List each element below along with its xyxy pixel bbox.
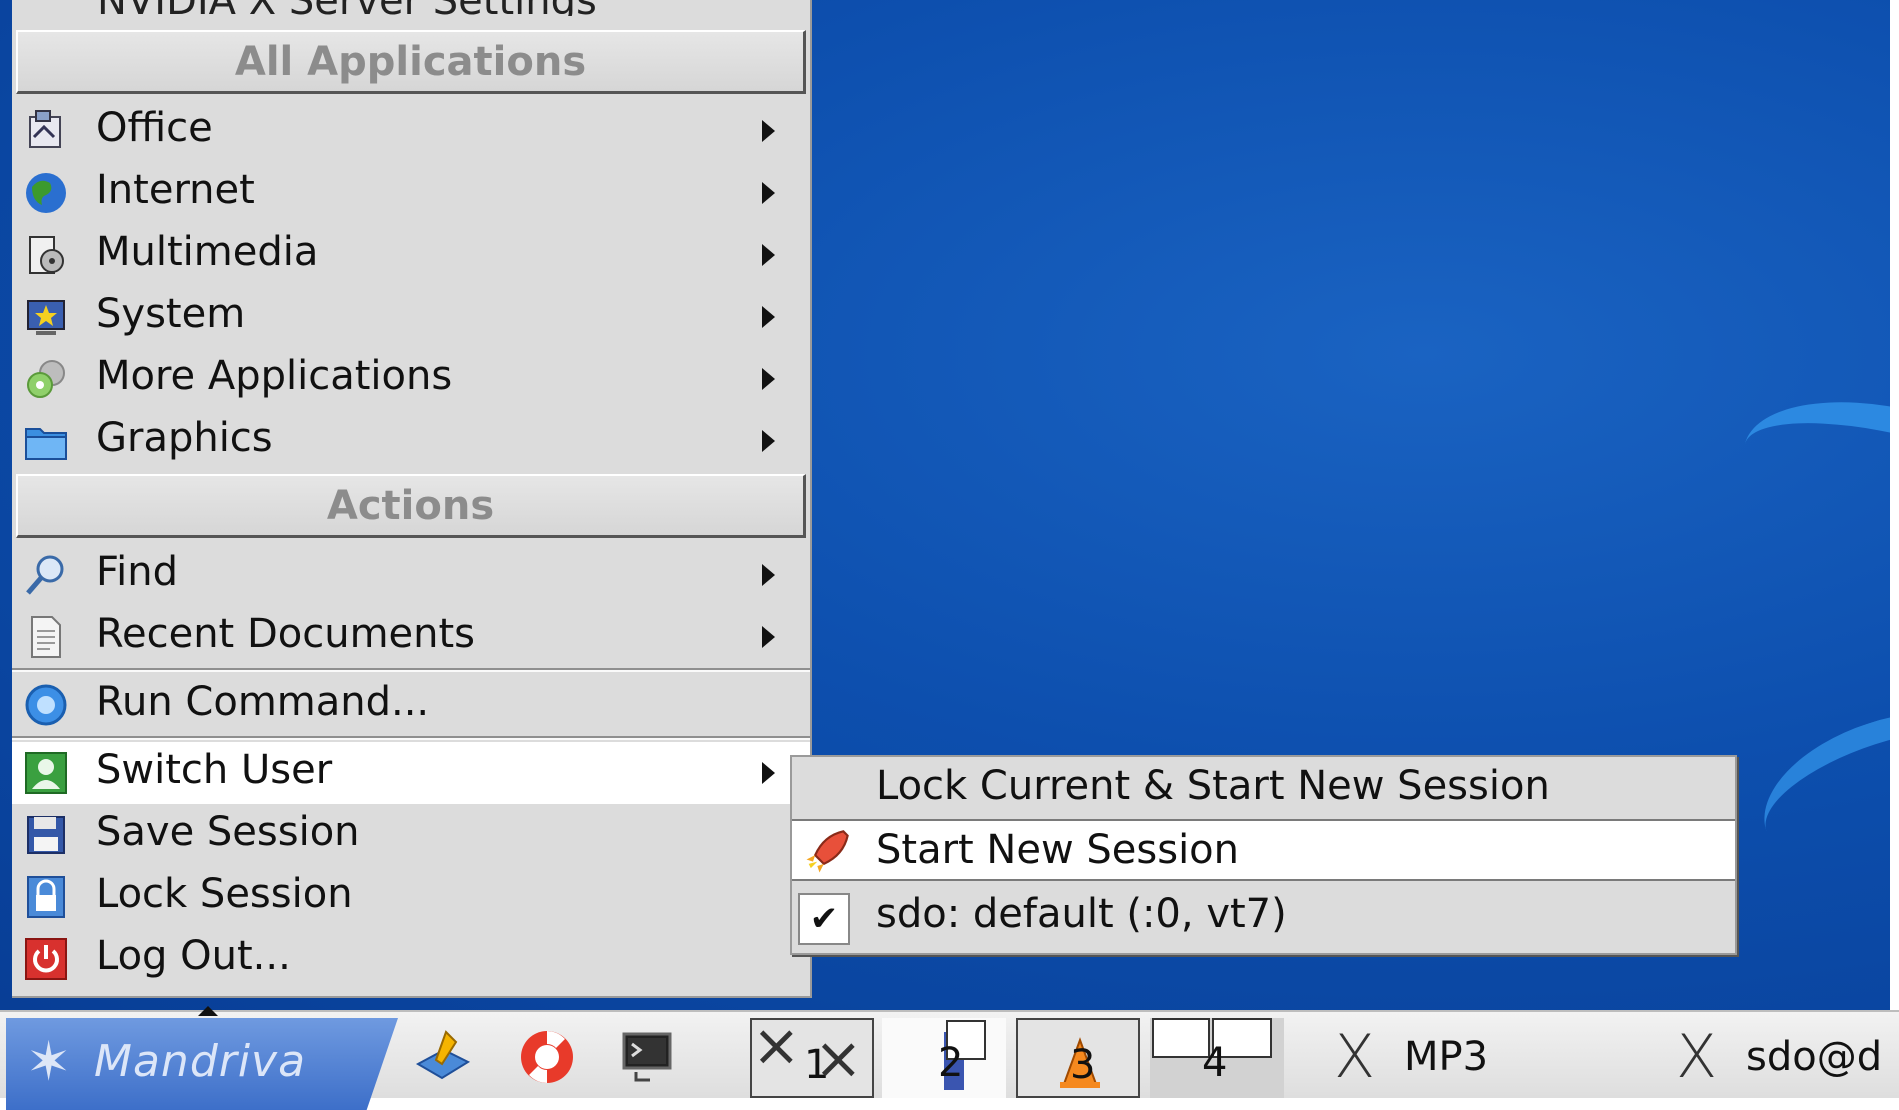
submenu-arrow-icon [762, 244, 775, 266]
close-x-icon: ⨯ [752, 1011, 801, 1079]
screen-edge [1890, 0, 1899, 1096]
taskbar: ✶ Mandriva ⨯ 1 ⨯ 2 3 4 X MP3 X sdo@d [0, 1006, 1899, 1110]
magnifier-icon [26, 555, 64, 595]
switch-user-submenu: Lock Current & Start New Session Start N… [790, 755, 1737, 955]
desktop-icon[interactable] [412, 1026, 474, 1088]
run-icon [25, 684, 67, 726]
menu-item-label: Internet [96, 167, 255, 213]
menu-item-label: System [96, 291, 246, 337]
menu-item-partial[interactable]: NVIDIA X Server Settings [12, 0, 810, 16]
menu-item-label: Log Out... [96, 933, 291, 979]
terminal-icon[interactable] [616, 1026, 678, 1088]
section-header-all-applications: All Applications [16, 30, 806, 94]
menu-item-internet[interactable]: Internet [12, 162, 810, 224]
x-window-icon: X [1676, 1022, 1718, 1092]
submenu-arrow-icon [762, 368, 775, 390]
task-button-mp3[interactable]: X MP3 [1334, 1022, 1634, 1092]
menu-item-label: More Applications [96, 353, 453, 399]
menu-item-system[interactable]: System [12, 286, 810, 348]
window-x-icon: ⨯ [814, 1024, 863, 1092]
menu-separator [12, 668, 810, 672]
floppy-icon [27, 816, 65, 854]
task-label: MP3 [1404, 1034, 1489, 1080]
start-menu-label: Mandriva [94, 1036, 307, 1087]
folder-icon [25, 428, 67, 460]
menu-item-label: Save Session [96, 809, 360, 855]
submenu-arrow-icon [762, 762, 775, 784]
workspace-2[interactable]: 2 [882, 1018, 1006, 1098]
submenu-item-label: Start New Session [876, 827, 1240, 873]
menu-item-label: Multimedia [96, 229, 319, 275]
submenu-arrow-icon [762, 430, 775, 452]
menu-item-run-command[interactable]: Run Command... [12, 674, 810, 736]
menu-item-lock-session[interactable]: Lock Session [12, 866, 810, 928]
task-button-terminal[interactable]: X sdo@d [1676, 1022, 1890, 1092]
section-title: All Applications [234, 39, 587, 85]
workspace-number: 3 [1070, 1042, 1096, 1088]
menu-item-label: Find [96, 549, 178, 595]
menu-item-label: Run Command... [96, 679, 430, 725]
main-menu: NVIDIA X Server Settings All Application… [12, 0, 812, 998]
office-icon [29, 110, 61, 148]
menu-item-save-session[interactable]: Save Session [12, 804, 810, 866]
menu-item-office[interactable]: Office [12, 100, 810, 162]
submenu-item-label: Lock Current & Start New Session [876, 763, 1550, 809]
task-label: sdo@d [1746, 1034, 1883, 1080]
mandriva-star-icon: ✶ [26, 1030, 72, 1093]
menu-item-multimedia[interactable]: Multimedia [12, 224, 810, 286]
menu-item-partial-label: NVIDIA X Server Settings [97, 0, 597, 16]
wallpaper-swoosh [1727, 373, 1899, 593]
check-icon: ✔ [798, 893, 850, 945]
menu-item-label: Graphics [96, 415, 273, 461]
power-icon [25, 938, 67, 980]
submenu-item-label: sdo: default (:0, vt7) [876, 891, 1287, 937]
menu-item-switch-user[interactable]: Switch User [12, 742, 810, 804]
wallpaper-swoosh [1744, 683, 1899, 899]
lifebuoy-icon[interactable] [516, 1026, 578, 1088]
rocket-icon [806, 830, 849, 873]
menu-item-find[interactable]: Find [12, 544, 810, 606]
menu-item-more-applications[interactable]: More Applications [12, 348, 810, 410]
switch-user-icon [25, 752, 67, 794]
section-title: Actions [326, 483, 495, 529]
menu-item-graphics[interactable]: Graphics [12, 410, 810, 472]
submenu-item-current-session[interactable]: ✔ sdo: default (:0, vt7) [792, 885, 1735, 947]
menu-open-indicator-icon [198, 1006, 218, 1016]
multimedia-icon [29, 236, 64, 274]
submenu-arrow-icon [762, 182, 775, 204]
submenu-item-start-new-session[interactable]: Start New Session [792, 819, 1735, 881]
document-icon [31, 616, 61, 658]
x-window-icon: X [1334, 1022, 1376, 1092]
submenu-arrow-icon [762, 626, 775, 648]
submenu-arrow-icon [762, 120, 775, 142]
menu-item-recent-documents[interactable]: Recent Documents [12, 606, 810, 668]
globe-icon [26, 173, 66, 213]
submenu-arrow-icon [762, 564, 775, 586]
workspace-number: 2 [938, 1040, 964, 1086]
workspace-3[interactable]: 3 [1016, 1018, 1140, 1098]
workspace-1[interactable]: ⨯ 1 ⨯ [750, 1011, 874, 1098]
menu-item-label: Lock Session [96, 871, 353, 917]
menu-item-log-out[interactable]: Log Out... [12, 928, 810, 990]
submenu-item-lock-current-start-new[interactable]: Lock Current & Start New Session [792, 757, 1735, 819]
menu-item-label: Office [96, 105, 213, 151]
system-icon [27, 300, 65, 335]
gears-icon [27, 360, 65, 398]
lock-icon [27, 876, 65, 918]
section-header-actions: Actions [16, 474, 806, 538]
workspace-number: 4 [1202, 1040, 1228, 1086]
start-menu-button[interactable]: ✶ Mandriva [6, 1018, 398, 1110]
submenu-arrow-icon [762, 306, 775, 328]
menu-separator [12, 736, 810, 740]
workspace-4[interactable]: 4 [1150, 1018, 1284, 1098]
menu-item-label: Switch User [96, 747, 333, 793]
menu-item-label: Recent Documents [96, 611, 476, 657]
